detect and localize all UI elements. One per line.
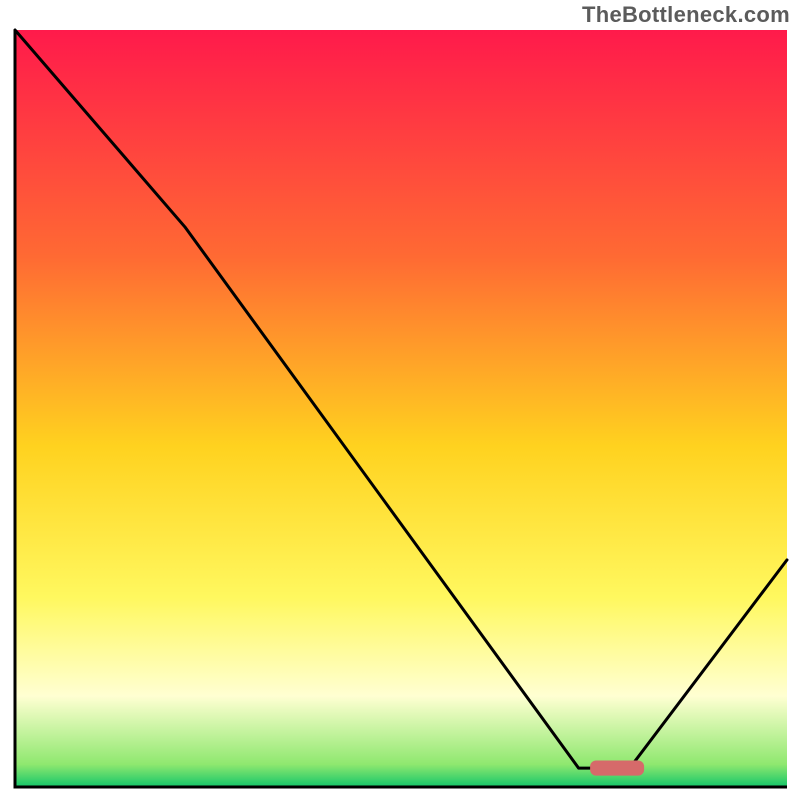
chart-container: TheBottleneck.com xyxy=(0,0,800,800)
bottleneck-chart xyxy=(0,0,800,800)
watermark-text: TheBottleneck.com xyxy=(582,2,790,28)
optimal-range-marker xyxy=(590,761,644,776)
plot-background xyxy=(15,30,787,787)
